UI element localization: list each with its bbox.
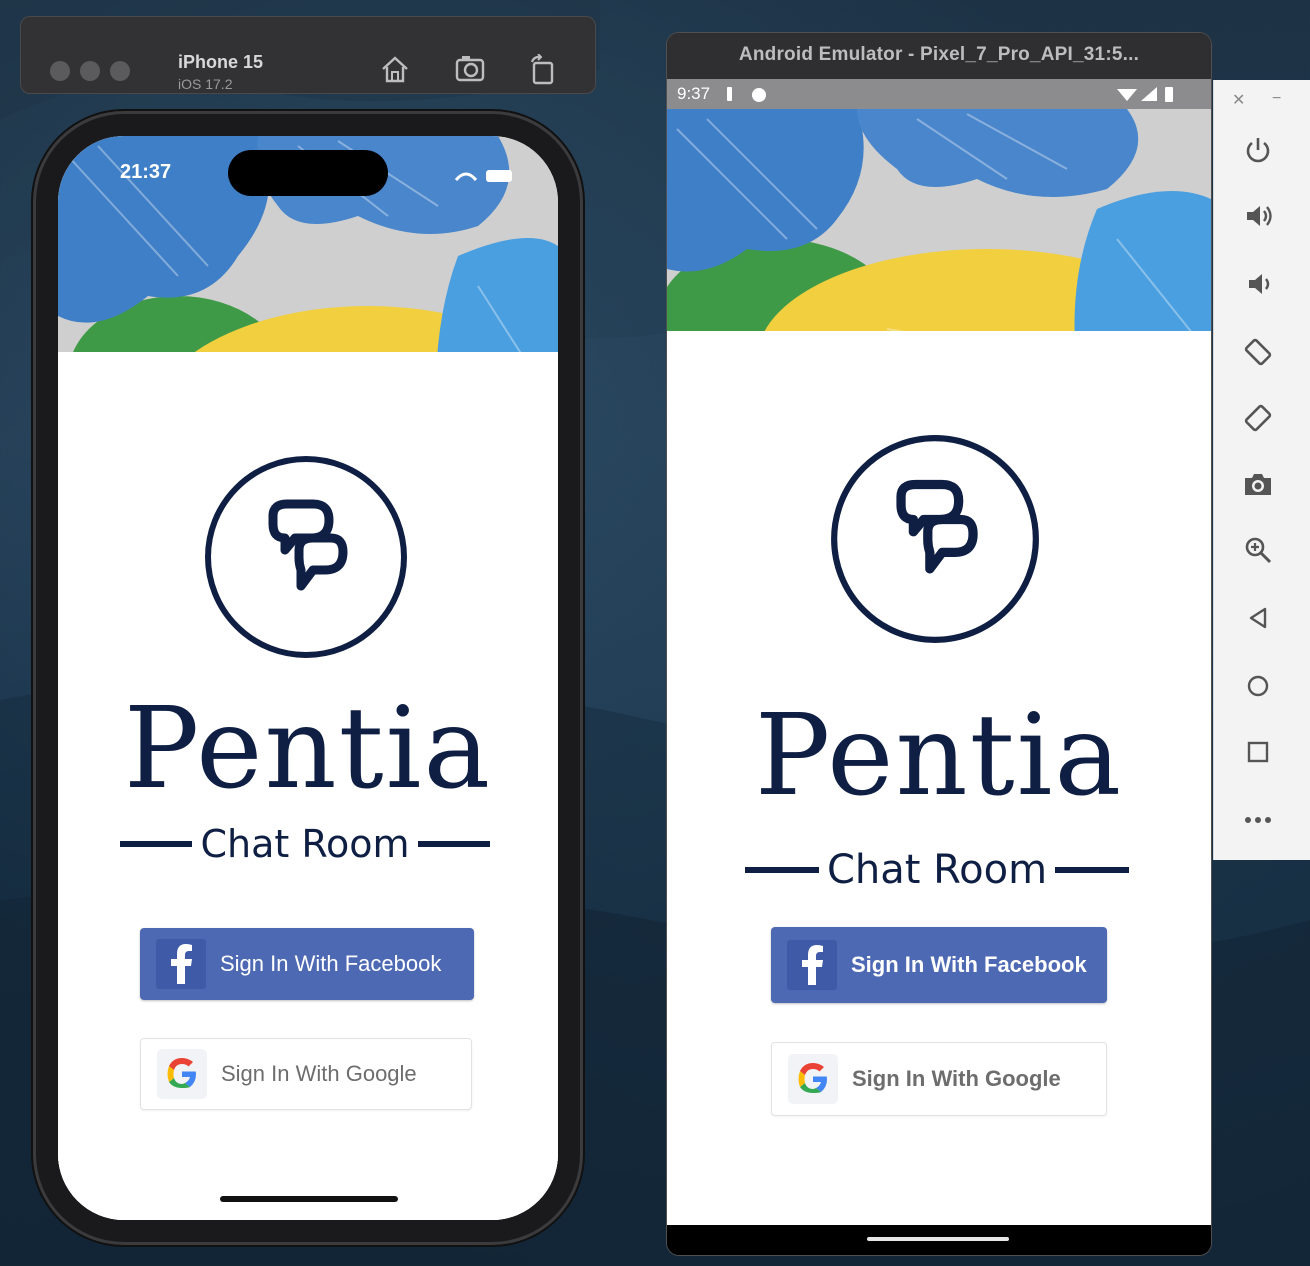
dynamic-island xyxy=(228,150,388,196)
chat-logo-icon xyxy=(831,435,1039,643)
google-sign-in-button[interactable]: Sign In With Google xyxy=(140,1038,472,1110)
google-sign-in-button[interactable]: Sign In With Google xyxy=(771,1042,1107,1116)
volume-up-icon[interactable] xyxy=(1240,198,1276,234)
subtitle: Chat Room xyxy=(200,822,410,866)
power-icon[interactable] xyxy=(1240,132,1276,168)
home-icon[interactable] xyxy=(378,54,412,86)
divider-line-left xyxy=(745,867,819,873)
close-icon[interactable]: ✕ xyxy=(1232,90,1245,110)
camera-icon[interactable] xyxy=(1240,466,1276,502)
overview-icon[interactable] xyxy=(1240,734,1276,770)
brand-name: Pentia xyxy=(754,691,1124,821)
divider-line-left xyxy=(120,841,193,847)
notification-icons xyxy=(727,87,766,102)
os-version: iOS 17.2 xyxy=(178,76,233,92)
rotate-left-icon[interactable] xyxy=(1240,334,1276,370)
brand-name: Pentia xyxy=(123,684,493,814)
back-icon[interactable] xyxy=(1240,600,1276,636)
divider-line-right xyxy=(417,841,490,847)
minimize-icon[interactable]: − xyxy=(1272,90,1281,108)
more-icon[interactable] xyxy=(1240,802,1276,838)
close-window-button[interactable] xyxy=(50,61,70,81)
google-button-label: Sign In With Google xyxy=(852,1066,1061,1091)
signal-battery-icons xyxy=(1117,87,1173,102)
iphone-screen: 21:37 Pentia Chat Room Sign In With Face… xyxy=(58,136,558,1220)
divider-line-right xyxy=(1055,867,1130,873)
android-status-bar: 9:37 xyxy=(667,79,1211,109)
google-button-label: Sign In With Google xyxy=(221,1061,417,1086)
screenshot-icon[interactable] xyxy=(454,54,488,86)
android-screen: Pentia Chat Room Sign In With Facebook S… xyxy=(667,109,1211,1225)
rotate-icon[interactable] xyxy=(526,54,560,86)
ios-simulator-toolbar: iPhone 15 iOS 17.2 xyxy=(20,16,596,94)
zoom-icon[interactable] xyxy=(1240,532,1276,568)
home-icon[interactable] xyxy=(1240,668,1276,704)
facebook-icon xyxy=(156,939,206,989)
subtitle: Chat Room xyxy=(826,847,1048,893)
window-title: Android Emulator - Pixel_7_Pro_API_31:5.… xyxy=(667,33,1211,79)
rotate-right-icon[interactable] xyxy=(1240,400,1276,436)
minimize-window-button[interactable] xyxy=(80,61,100,81)
facebook-button-label: Sign In With Facebook xyxy=(851,952,1087,977)
android-emulator-window: Android Emulator - Pixel_7_Pro_API_31:5.… xyxy=(667,33,1211,1255)
home-indicator[interactable] xyxy=(220,1196,398,1202)
device-name: iPhone 15 xyxy=(178,52,264,72)
status-icons xyxy=(454,170,512,182)
facebook-button-label: Sign In With Facebook xyxy=(220,951,442,976)
android-nav-bar xyxy=(667,1225,1211,1255)
status-time: 21:37 xyxy=(120,161,171,183)
facebook-icon xyxy=(787,940,837,990)
subtitle-row: Chat Room xyxy=(120,822,490,866)
chat-logo-icon xyxy=(205,456,407,658)
google-icon xyxy=(788,1054,838,1104)
zoom-window-button[interactable] xyxy=(110,61,130,81)
iphone-frame: 21:37 Pentia Chat Room Sign In With Face… xyxy=(36,114,580,1242)
volume-down-icon[interactable] xyxy=(1240,266,1276,302)
subtitle-row: Chat Room xyxy=(745,847,1130,893)
facebook-sign-in-button[interactable]: Sign In With Facebook xyxy=(140,928,474,1000)
emulator-side-panel: ✕ − xyxy=(1213,80,1310,860)
header-illustration xyxy=(667,109,1211,369)
facebook-sign-in-button[interactable]: Sign In With Facebook xyxy=(771,927,1107,1003)
gesture-handle[interactable] xyxy=(867,1237,1009,1241)
google-icon xyxy=(157,1049,207,1099)
status-time: 9:37 xyxy=(677,84,711,103)
